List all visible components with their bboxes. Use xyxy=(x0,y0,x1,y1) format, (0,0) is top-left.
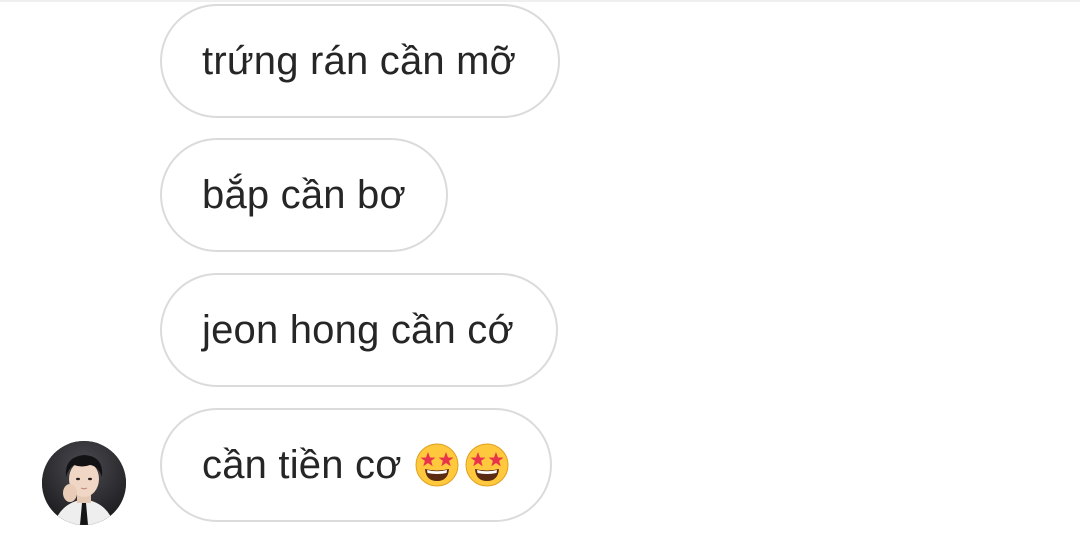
message-text: jeon hong cần cớ xyxy=(202,308,514,352)
message-bubble[interactable]: trứng rán cần mỡ xyxy=(160,4,560,118)
message-bubble[interactable]: jeon hong cần cớ xyxy=(160,273,558,387)
star-struck-emoji-icon xyxy=(415,443,459,487)
message-thread[interactable]: trứng rán cần mỡ bắp cần bơ jeon hong cầ… xyxy=(0,0,1080,534)
sender-avatar[interactable] xyxy=(42,441,126,525)
profile-photo-icon xyxy=(42,441,126,525)
message-bubble[interactable]: bắp cần bơ xyxy=(160,138,448,252)
message-bubble[interactable]: cần tiền cơ xyxy=(160,408,552,522)
star-struck-emoji-icon xyxy=(465,443,509,487)
message-text: cần tiền cơ xyxy=(202,443,402,487)
message-text: trứng rán cần mỡ xyxy=(202,39,517,83)
message-text: bắp cần bơ xyxy=(202,173,406,217)
emoji-group xyxy=(414,442,510,488)
